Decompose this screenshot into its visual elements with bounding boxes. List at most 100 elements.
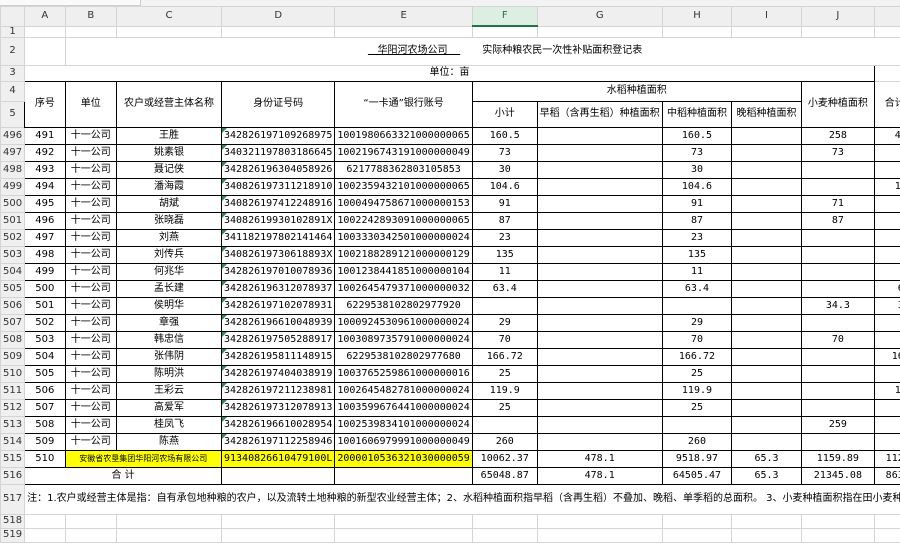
row-header[interactable]: 519	[0, 527, 26, 543]
cell-early[interactable]	[536, 364, 663, 383]
cell-value[interactable]: 478.1	[536, 449, 663, 468]
cell-farmer-name[interactable]: 陈明洪	[115, 364, 223, 383]
header-total[interactable]: 合计总亩数	[873, 80, 900, 128]
cell-middle[interactable]: 11	[661, 262, 733, 281]
cell-late[interactable]	[731, 160, 802, 179]
header-wheat[interactable]: 小麦种植面积	[800, 80, 875, 128]
cell-late[interactable]	[731, 364, 802, 383]
cell-subtotal[interactable]: 119.9	[471, 381, 538, 400]
column-header-i[interactable]: I	[731, 6, 802, 27]
row-header[interactable]: 496	[0, 126, 26, 145]
cell-unit[interactable]: 十一公司	[64, 313, 117, 332]
cell-unit[interactable]: 十一公司	[64, 296, 117, 315]
cell-late[interactable]	[731, 143, 802, 162]
cell-unit[interactable]: 十一公司	[64, 279, 117, 298]
cell-wheat[interactable]	[800, 381, 875, 400]
cell-id-number[interactable]: 342826197312078913	[220, 398, 336, 417]
cell-middle[interactable]: 73	[661, 143, 733, 162]
cell[interactable]	[661, 513, 733, 529]
cell-id-number[interactable]: 342826197505288917	[220, 330, 336, 349]
cell-unit[interactable]: 十一公司	[64, 415, 117, 434]
cell-bank-account[interactable]: 1002645482781000000024	[334, 381, 473, 400]
cell-total[interactable]: 30	[873, 160, 900, 179]
cell-farmer-name[interactable]: 潘海霞	[115, 177, 223, 196]
cell-seq[interactable]: 505	[24, 364, 66, 383]
cell-unit[interactable]: 十一公司	[64, 262, 117, 281]
cell[interactable]	[334, 527, 473, 543]
cell-bank-account[interactable]: 1002196743191000000049	[334, 143, 473, 162]
cell-seq[interactable]: 502	[24, 313, 66, 332]
cell-late[interactable]	[731, 262, 802, 281]
cell[interactable]	[334, 466, 473, 485]
cell-id-number[interactable]: 340826199301028​91X	[220, 211, 336, 230]
cell-wheat[interactable]	[800, 228, 875, 247]
cell-bank-account[interactable]: 621778836280310585З	[334, 160, 473, 179]
cell-unit[interactable]: 十一公司	[64, 126, 117, 145]
cell-bank-account[interactable]: 1001238441851000000104	[334, 262, 473, 281]
cell-id-number[interactable]: 342826197404038919	[220, 364, 336, 383]
cell-late[interactable]	[731, 211, 802, 230]
cell-wheat[interactable]	[800, 245, 875, 264]
cell-late[interactable]	[731, 296, 802, 315]
cell-subtotal[interactable]: 104.6	[471, 177, 538, 196]
cell-seq[interactable]: 492	[24, 143, 66, 162]
cell-wheat[interactable]	[800, 177, 875, 196]
cell[interactable]	[220, 25, 336, 38]
cell-farmer-name[interactable]: 章强	[115, 313, 223, 332]
cell-subtotal[interactable]: 23	[471, 228, 538, 247]
cell-seq[interactable]: 496	[24, 211, 66, 230]
header-id[interactable]: 身份证号码	[220, 80, 336, 128]
cell-farmer-name-highlight[interactable]: 安徽省农垦集团华阳河农场有限公司	[64, 449, 223, 468]
cell-total[interactable]: 174	[873, 211, 900, 230]
cell[interactable]	[873, 527, 900, 543]
row-header[interactable]: 3	[0, 64, 26, 82]
cell-total[interactable]: 135	[873, 245, 900, 264]
cell-unit[interactable]: 十一公司	[64, 381, 117, 400]
cell-middle[interactable]: 29	[661, 313, 733, 332]
row-header[interactable]: 502	[0, 228, 26, 247]
column-header-d[interactable]: D	[220, 6, 336, 27]
cell-seq[interactable]: 507	[24, 398, 66, 417]
cell-unit[interactable]: 十一公司	[64, 177, 117, 196]
cell-farmer-name[interactable]: 高爱军	[115, 398, 223, 417]
cell-early[interactable]	[536, 143, 663, 162]
cell-total[interactable]: 418.5	[873, 126, 900, 145]
row-header[interactable]: 2	[0, 36, 26, 66]
cell-subtotal[interactable]: 91	[471, 194, 538, 213]
cell-middle[interactable]: 30	[661, 160, 733, 179]
cell-middle[interactable]: 260	[661, 432, 733, 451]
cell-seq[interactable]: 506	[24, 381, 66, 400]
cell[interactable]	[536, 25, 663, 38]
cell-total[interactable]: 11	[873, 262, 900, 281]
cell-unit[interactable]: 十一公司	[64, 364, 117, 383]
cell[interactable]	[731, 513, 802, 529]
cell-middle[interactable]: 70	[661, 330, 733, 349]
row-header[interactable]: 515	[0, 449, 26, 468]
cell-value[interactable]: 9518.97	[661, 449, 733, 468]
cell-middle[interactable]: 23	[661, 228, 733, 247]
header-subtotal[interactable]: 小计	[471, 100, 538, 128]
cell-early[interactable]	[536, 398, 663, 417]
cell-early[interactable]	[536, 330, 663, 349]
cell-bank-account[interactable]: 1000924530961000000024	[334, 313, 473, 332]
cell-seq[interactable]: 494	[24, 177, 66, 196]
cell-farmer-name[interactable]: 刘传兵	[115, 245, 223, 264]
cell-bank-account[interactable]: 1002539834101000000024	[334, 415, 473, 434]
cell-seq[interactable]: 495	[24, 194, 66, 213]
cell-subtotal[interactable]: 166.72	[471, 347, 538, 366]
cell-bank-account[interactable]: 6229538102802977680	[334, 347, 473, 366]
column-header-g[interactable]: G	[536, 6, 663, 27]
row-header[interactable]: 516	[0, 466, 26, 485]
cell[interactable]	[800, 513, 875, 529]
cell-subtotal[interactable]: 25	[471, 398, 538, 417]
cell[interactable]	[873, 64, 900, 82]
cell-middle[interactable]: 91	[661, 194, 733, 213]
cell-id-number[interactable]: 342826197112258946	[220, 432, 336, 451]
cell-middle[interactable]	[661, 296, 733, 315]
cell[interactable]	[220, 466, 336, 485]
cell-subtotal[interactable]: 25	[471, 364, 538, 383]
cell-wheat[interactable]: 259	[800, 415, 875, 434]
cell-total[interactable]: 166.72	[873, 347, 900, 366]
cell-bank-account[interactable]: 1000494758671000000153	[334, 194, 473, 213]
column-header-b[interactable]: B	[64, 6, 117, 27]
